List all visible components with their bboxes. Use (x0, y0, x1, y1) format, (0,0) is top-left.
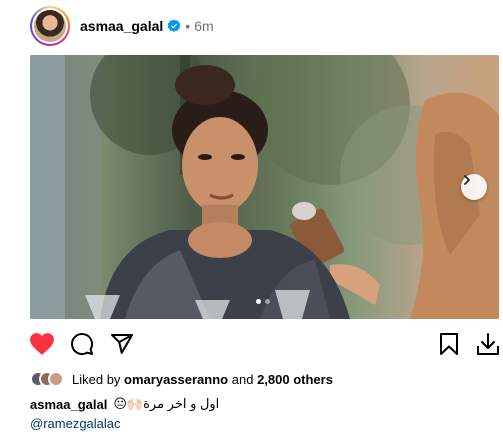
avatar[interactable] (34, 10, 66, 42)
heart-filled-icon (30, 333, 54, 355)
caption-username[interactable]: asmaa_galal (30, 397, 107, 412)
liked-by-label: Liked by (72, 371, 121, 387)
story-ring[interactable] (30, 6, 70, 46)
post-image[interactable] (30, 55, 499, 319)
post-actions (28, 330, 502, 360)
post-photo (30, 55, 499, 319)
post-timestamp[interactable]: 6m (194, 18, 213, 34)
next-image-button[interactable] (461, 174, 487, 200)
post-header: asmaa_galal • 6m (30, 6, 214, 46)
send-icon (111, 334, 133, 354)
liker-avatars[interactable] (30, 371, 66, 387)
download-button[interactable] (474, 330, 502, 358)
caption-text: اول و اخر مرة🙌🏻😐 (113, 396, 220, 411)
save-button[interactable] (435, 330, 463, 358)
carousel-dot (265, 299, 270, 304)
username[interactable]: asmaa_galal (80, 18, 163, 34)
liker-avatar (48, 371, 64, 387)
likes-and-label: and (231, 371, 254, 387)
comment-icon (71, 333, 94, 356)
like-button[interactable] (28, 330, 56, 358)
carousel-dot-active (256, 299, 261, 304)
separator-dot: • (185, 18, 191, 34)
likes-count[interactable]: 2,800 others (257, 372, 333, 387)
chevron-right-icon (464, 175, 470, 185)
comment-button[interactable] (68, 330, 96, 358)
verified-badge-icon (167, 19, 181, 32)
likes-summary: Liked by omaryasseranno and 2,800 others (30, 370, 333, 388)
caption-mention-link[interactable]: @ramezgalalac (30, 416, 121, 431)
bookmark-icon (440, 333, 458, 355)
liker-username[interactable]: omaryasseranno (124, 372, 228, 387)
share-button[interactable] (108, 330, 136, 358)
download-icon (477, 333, 499, 355)
post-caption: asmaa_galal اول و اخر مرة🙌🏻😐 (30, 396, 219, 412)
carousel-indicator (256, 299, 270, 304)
